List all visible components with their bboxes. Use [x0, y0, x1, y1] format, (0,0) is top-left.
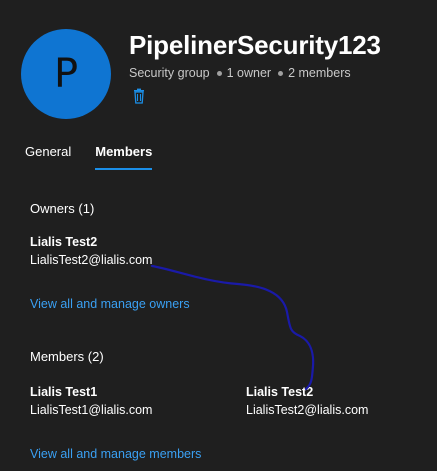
owner-email: LialisTest2@lialis.com [30, 253, 153, 267]
separator-dot [216, 70, 222, 76]
member-item: Lialis Test2 LialisTest2@lialis.com [246, 385, 368, 417]
tab-general[interactable]: General [25, 144, 71, 170]
group-type: Security group [129, 66, 210, 80]
owners-heading: Owners (1) [30, 201, 95, 216]
manage-owners-link[interactable]: View all and manage owners [30, 297, 190, 311]
page-title: PipelinerSecurity123 [129, 30, 381, 60]
manage-members-link[interactable]: View all and manage members [30, 447, 201, 461]
avatar-letter: P [53, 51, 79, 97]
member-email: LialisTest2@lialis.com [246, 403, 369, 417]
member-name: Lialis Test2 [246, 385, 314, 399]
trash-icon[interactable] [131, 88, 147, 104]
separator-dot [278, 70, 284, 76]
member-item: Lialis Test1 LialisTest1@lialis.com [30, 385, 152, 417]
owner-item: Lialis Test2 LialisTest2@lialis.com [30, 235, 152, 267]
avatar: P [21, 29, 111, 119]
members-heading: Members (2) [30, 349, 104, 364]
member-name: Lialis Test1 [30, 385, 98, 399]
owner-count: 1 owner [226, 66, 272, 80]
member-email: LialisTest1@lialis.com [30, 403, 153, 417]
group-meta: Security group 1 owner 2 members [129, 66, 351, 80]
tab-bar: General Members [25, 144, 176, 170]
member-count: 2 members [288, 66, 351, 80]
tab-members[interactable]: Members [95, 144, 153, 170]
owner-name: Lialis Test2 [30, 235, 98, 249]
